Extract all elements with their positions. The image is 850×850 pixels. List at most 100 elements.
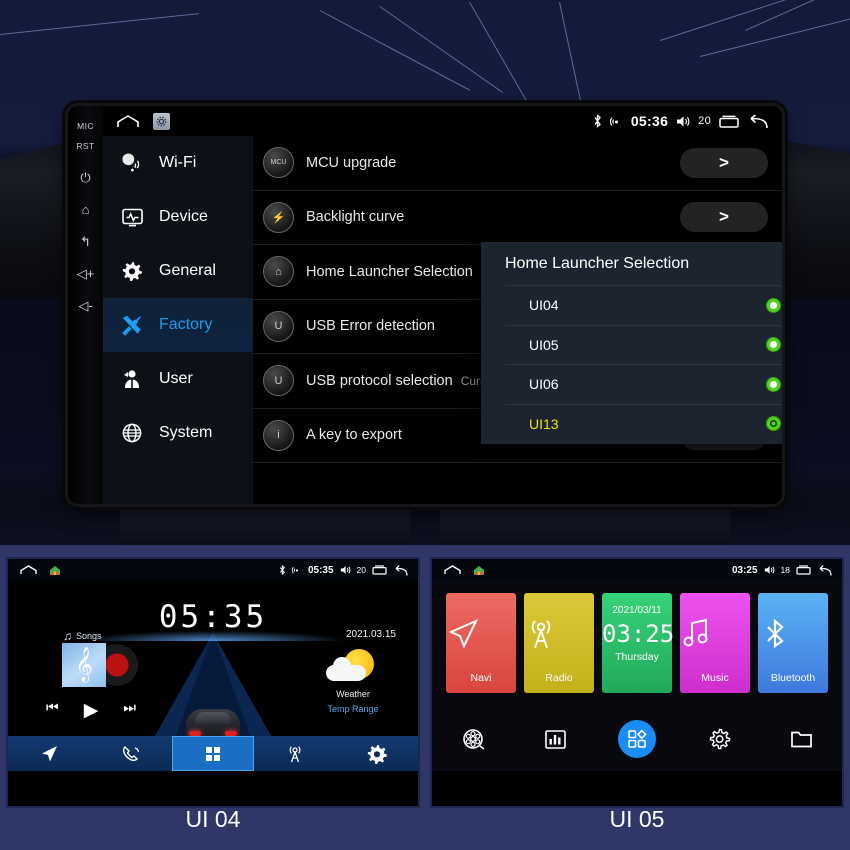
dialog-option-label: UI13: [529, 415, 559, 432]
gear-icon: [121, 261, 143, 281]
dock-item-navigation[interactable]: [8, 736, 90, 771]
tile-label: Radio: [545, 672, 573, 684]
info-icon: i: [263, 419, 294, 451]
radio-button-selected[interactable]: [766, 416, 781, 432]
ui05-caption: UI 05: [609, 806, 665, 832]
sidebar-item-wifi[interactable]: Wi-Fi: [103, 136, 253, 190]
status-time: 03:25: [731, 564, 758, 576]
usb-icon-glyph: U: [274, 374, 283, 387]
tile-date: 2021/03/11: [612, 605, 662, 616]
tile-label: Bluetooth: [770, 672, 816, 684]
head-unit: MIC RST ⏻ ⌂ ↰ ◁+ ◁- 05:36 20 Wi-Fi Devic…: [68, 106, 782, 504]
sidebar-item-label: System: [159, 424, 213, 441]
tile-bluetooth[interactable]: Bluetooth: [758, 593, 828, 693]
air-vent-left: [120, 505, 410, 545]
volume-down-icon[interactable]: ◁-: [78, 299, 92, 312]
table-row[interactable]: ⚡ Backlight curve >: [253, 191, 782, 245]
radio-button[interactable]: [766, 376, 781, 392]
home-icon[interactable]: [444, 565, 461, 575]
back-icon[interactable]: [747, 114, 768, 128]
radio-tower-icon: [524, 617, 594, 651]
dock-item-radio[interactable]: [254, 736, 336, 771]
dialog-option-ui05[interactable]: UI05: [505, 324, 781, 365]
sidebar-item-label: Wi-Fi: [159, 154, 197, 171]
dialog-option-ui06[interactable]: UI06: [505, 364, 781, 404]
usb-icon-glyph: U: [274, 320, 283, 333]
status-time: 05:35: [307, 564, 334, 576]
volume-up-icon[interactable]: ◁+: [77, 267, 95, 280]
tile-weekday: Thursday: [615, 651, 659, 663]
back-icon[interactable]: ↰: [80, 235, 91, 248]
row-label: USB Error detection: [306, 318, 435, 335]
album-art[interactable]: 𝄞: [62, 643, 106, 687]
volume-level: 18: [780, 565, 790, 575]
sidebar-item-user[interactable]: User: [103, 352, 253, 406]
mic-button[interactable]: MIC: [77, 119, 94, 132]
navigation-icon: [446, 617, 516, 651]
home-icon[interactable]: [20, 565, 37, 575]
reset-button[interactable]: RST: [76, 139, 94, 152]
launcher-icon: ⌂: [263, 256, 294, 288]
radio-button[interactable]: [766, 297, 781, 313]
android-home-icon[interactable]: [49, 565, 61, 576]
dialog-option-ui04[interactable]: UI04: [505, 285, 781, 325]
ui05-status-bar: 03:25 18: [432, 559, 842, 581]
dock-item-equalizer[interactable]: [514, 728, 596, 751]
dock-item-apps[interactable]: [596, 720, 678, 758]
sidebar-item-system[interactable]: System: [103, 406, 253, 460]
ui04-music-label: Songs: [76, 631, 102, 641]
sidebar-item-general[interactable]: General: [103, 244, 253, 298]
air-vent-right: [440, 505, 730, 545]
recents-icon[interactable]: [372, 565, 387, 575]
power-icon[interactable]: ⏻: [80, 171, 90, 184]
dialog-option-label: UI06: [529, 376, 559, 393]
dock-item-settings[interactable]: [678, 728, 760, 751]
apps-grid-icon: [628, 729, 647, 748]
android-home-icon[interactable]: [473, 565, 485, 576]
ui04-caption: UI 04: [185, 806, 241, 832]
dock-item-apps[interactable]: [172, 736, 254, 771]
play-icon[interactable]: ▶: [84, 699, 99, 722]
table-row[interactable]: MCU MCU upgrade >: [253, 136, 782, 191]
dialog-option-label: UI05: [529, 336, 559, 353]
gear-icon[interactable]: [153, 112, 170, 130]
dock-item-files[interactable]: [760, 728, 842, 751]
sidebar-item-device[interactable]: Device: [103, 190, 253, 244]
row-label: Home Launcher Selection: [306, 263, 473, 280]
tile-navi[interactable]: Navi: [446, 593, 516, 693]
sidebar-item-factory[interactable]: Factory: [103, 298, 253, 352]
dialog-option-label: UI04: [529, 297, 559, 314]
ui04-temp-range-label[interactable]: Temp Range: [322, 704, 384, 714]
signal-icon: [291, 565, 302, 575]
ui04-home-screen: 05:35 ♫ Songs 𝄞 ⏮ ▶ ⏭ 2021.03.15 Weather…: [8, 581, 418, 771]
prev-track-icon[interactable]: ⏮: [46, 699, 59, 722]
dock-item-settings[interactable]: [336, 736, 418, 771]
tile-clock[interactable]: 2021/03/11 03:25 Thursday: [602, 593, 675, 693]
home-icon[interactable]: ⌂: [82, 203, 90, 216]
tile-time: 03:25: [602, 620, 675, 648]
back-icon[interactable]: [817, 564, 832, 576]
ui04-date: 2021.03.15: [345, 629, 396, 640]
recents-icon[interactable]: [796, 565, 811, 575]
backlight-icon: ⚡: [263, 201, 294, 233]
music-note-icon: ♫: [63, 629, 72, 643]
recents-icon[interactable]: [719, 115, 739, 128]
ui04-status-bar: 05:35 20: [8, 559, 418, 581]
screenshot-root: MIC RST ⏻ ⌂ ↰ ◁+ ◁- 05:36 20 Wi-Fi Devic…: [0, 0, 850, 850]
folder-icon: [790, 731, 812, 747]
tile-music[interactable]: Music: [680, 593, 750, 693]
dialog-option-ui13[interactable]: UI13: [505, 403, 781, 444]
dock-item-video[interactable]: [432, 728, 514, 751]
ui05-dock: [432, 713, 842, 765]
row-action-button[interactable]: >: [680, 147, 768, 178]
radio-button[interactable]: [766, 337, 781, 353]
dock-item-phone[interactable]: [90, 736, 172, 771]
tile-radio[interactable]: Radio: [524, 593, 594, 693]
ui05-preview-panel: 03:25 18 Navi Radio 2021/03/11 03:25 Thu…: [432, 559, 842, 806]
sidebar-item-label: General: [159, 262, 216, 279]
next-track-icon[interactable]: ⏭: [123, 699, 136, 722]
row-action-button[interactable]: >: [680, 202, 768, 233]
back-icon[interactable]: [393, 564, 408, 576]
bluetooth-icon: [279, 565, 286, 575]
home-icon[interactable]: [117, 114, 139, 128]
